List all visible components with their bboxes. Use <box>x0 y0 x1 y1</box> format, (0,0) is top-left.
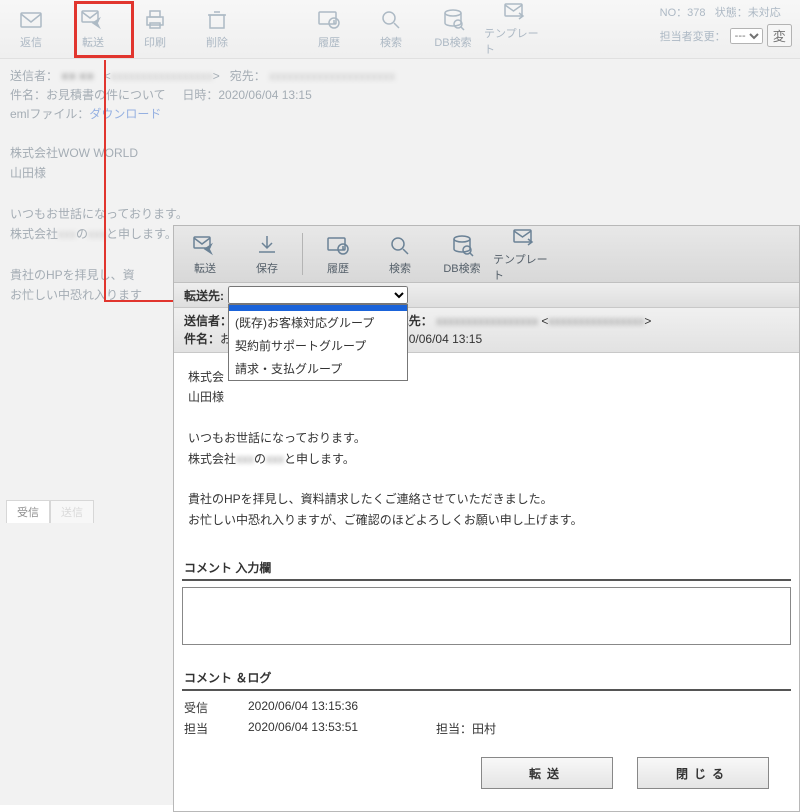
comment-section-title: コメント 入力欄 <box>182 556 791 581</box>
change-button[interactable]: 変 <box>767 24 792 47</box>
transfer-label: 転送先: <box>184 287 224 304</box>
save-icon <box>253 232 281 258</box>
sender-value: ■■ ■■ <box>61 69 93 83</box>
highlight-forward-button <box>74 1 134 58</box>
bg-tabs: 受信 送信 <box>6 500 94 523</box>
win-datetime: 0/06/04 13:15 <box>409 332 482 346</box>
log-section-title: コメント ＆ログ <box>182 666 791 691</box>
state-label: 状態： <box>715 7 748 19</box>
trash-icon <box>203 6 231 32</box>
datetime-value: 2020/06/04 13:15 <box>218 88 311 102</box>
bg-status-bar: NO：378 状態：未対応 担当者変更： --- 変 <box>660 4 792 47</box>
dropdown-option-presales-group[interactable]: 契約前サポートグループ <box>229 334 407 357</box>
no-label: NO： <box>660 7 688 19</box>
win-search-button[interactable]: 検索 <box>369 226 431 282</box>
win-body: 株式会 山田様 いつもお世話になっております。 株式会社xxxのxxxと申します… <box>174 353 799 554</box>
arrow-vertical <box>104 60 106 301</box>
datetime-label: 日時： <box>182 88 218 102</box>
history-icon <box>315 6 343 32</box>
tab-receive[interactable]: 受信 <box>6 500 50 523</box>
history-button[interactable]: 履歴 <box>298 0 360 56</box>
win-toolbar: 転送 保存 履歴 検索 DB検索 テンプレート <box>174 226 799 283</box>
print-icon <box>141 6 169 32</box>
state-value: 未対応 <box>748 7 781 19</box>
tab-sent[interactable]: 送信 <box>50 500 94 523</box>
win-sender-label: 送信者： <box>184 314 232 328</box>
dialog-buttons: 転送 閉じる <box>174 739 799 811</box>
search-button[interactable]: 検索 <box>360 0 422 56</box>
win-history-button[interactable]: 履歴 <box>307 226 369 282</box>
log-list: 受信 2020/06/04 13:15:36 担当 2020/06/04 13:… <box>184 697 789 739</box>
template-icon <box>501 0 529 23</box>
db-icon <box>448 232 476 258</box>
history-icon <box>324 232 352 258</box>
log-row: 担当 2020/06/04 13:53:51 担当：田村 <box>184 718 789 739</box>
transfer-select[interactable] <box>228 286 408 304</box>
arrow-horizontal <box>104 300 182 302</box>
forward-submit-button[interactable]: 転送 <box>481 757 613 789</box>
no-value: 378 <box>687 7 705 19</box>
reply-button[interactable]: 返信 <box>0 0 62 56</box>
win-forward-button[interactable]: 転送 <box>174 226 236 282</box>
recipient-label: 宛先： <box>230 69 266 83</box>
sender-label: 送信者： <box>10 69 58 83</box>
search-icon <box>377 6 405 32</box>
bg-meta: 送信者： ■■ ■■ <xxxxxxxxxxxxxxxxx> 宛先： xxxxx… <box>0 59 800 133</box>
forward-icon <box>191 232 219 258</box>
close-button[interactable]: 閉じる <box>637 757 769 789</box>
mail-icon <box>17 6 45 32</box>
win-save-button[interactable]: 保存 <box>236 226 298 282</box>
dropdown-option-billing-group[interactable]: 請求・支払グループ <box>229 357 407 380</box>
comment-input[interactable] <box>182 587 791 645</box>
win-dbsearch-button[interactable]: DB検索 <box>431 226 493 282</box>
subject-label: 件名： <box>10 88 46 102</box>
win-subject-label: 件名： <box>184 332 220 346</box>
search-icon <box>386 232 414 258</box>
delete-button[interactable]: 削除 <box>186 0 248 56</box>
dbsearch-button[interactable]: DB検索 <box>422 0 484 56</box>
dropdown-option-existing-group[interactable]: (既存)お客様対応グループ <box>229 311 407 334</box>
transfer-row: 転送先: (既存)お客様対応グループ 契約前サポートグループ 請求・支払グループ <box>174 283 799 308</box>
template-icon <box>510 225 538 249</box>
assignee-select[interactable]: --- <box>730 28 763 44</box>
forward-dialog: 転送 保存 履歴 検索 DB検索 テンプレート 転送先: (既存)お客様対応グル… <box>173 225 800 812</box>
eml-download-link[interactable]: ダウンロード <box>89 107 161 121</box>
separator <box>302 233 303 275</box>
win-template-button[interactable]: テンプレート <box>493 226 555 282</box>
log-row: 受信 2020/06/04 13:15:36 <box>184 697 789 718</box>
transfer-dropdown: (既存)お客様対応グループ 契約前サポートグループ 請求・支払グループ <box>228 304 408 381</box>
eml-label: emlファイル： <box>10 107 89 121</box>
assignee-change-label: 担当者変更： <box>660 28 726 44</box>
db-icon <box>439 6 467 32</box>
template-button[interactable]: テンプレート <box>484 0 546 56</box>
